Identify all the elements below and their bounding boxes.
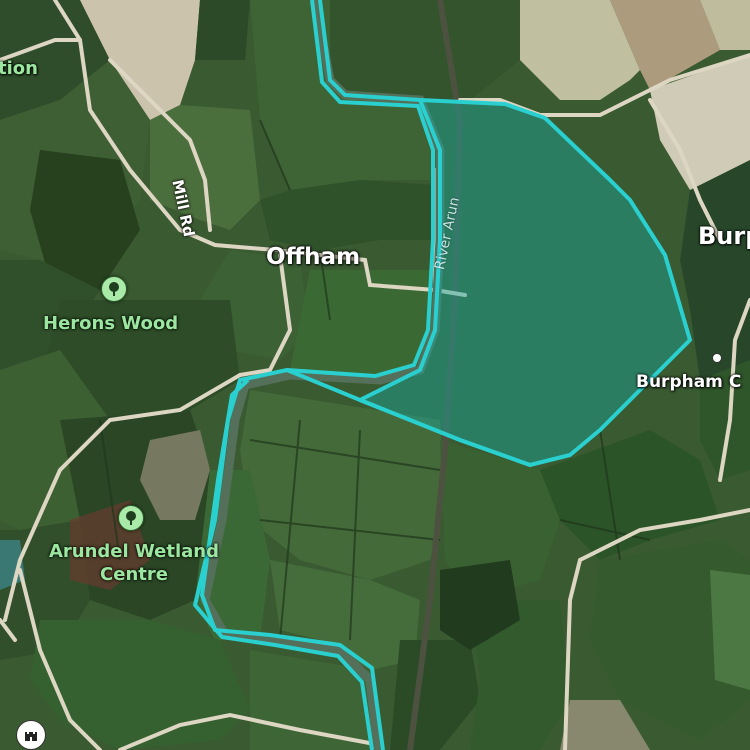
castle-icon[interactable] — [16, 720, 46, 750]
place-label-partial-left: tion — [0, 58, 38, 79]
poi-label-herons-wood[interactable]: Herons Wood — [43, 312, 178, 335]
poi-label-line2: Centre — [100, 564, 168, 585]
location-dot-icon — [712, 353, 722, 363]
poi-label-arundel-wetland-centre[interactable]: Arundel Wetland Centre — [44, 540, 224, 586]
satellite-map[interactable]: tion Mill Rd Offham Burp Burpham C River… — [0, 0, 750, 750]
place-label-burpham[interactable]: Burp — [698, 222, 750, 250]
poi-label-line1: Arundel Wetland — [48, 541, 219, 562]
tree-icon[interactable] — [118, 505, 144, 531]
place-label-offham[interactable]: Offham — [266, 244, 360, 270]
tree-icon[interactable] — [101, 276, 127, 302]
place-label-burpham-c[interactable]: Burpham C — [636, 372, 741, 392]
